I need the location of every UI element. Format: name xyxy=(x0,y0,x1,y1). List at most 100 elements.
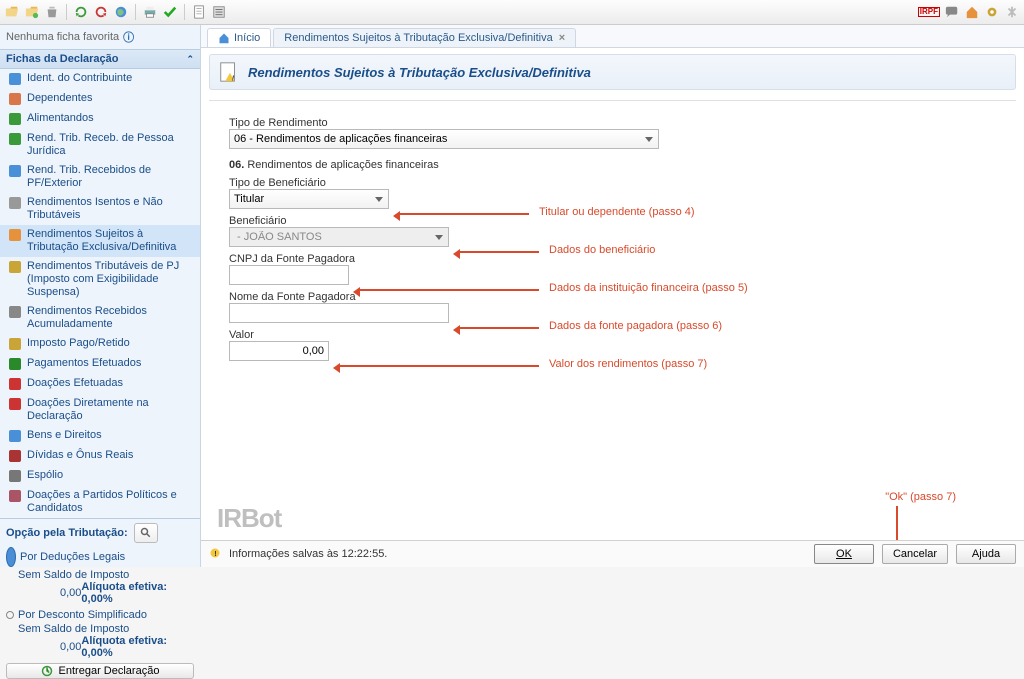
annot-passo4: Titular ou dependente (passo 4) xyxy=(539,206,695,218)
doc-gray-icon xyxy=(8,196,22,210)
sidebar-item[interactable]: Pagamentos Efetuados xyxy=(0,354,200,374)
sidebar: Nenhuma ficha favorita ⓘ Fichas da Decla… xyxy=(0,25,201,567)
sidebar-item[interactable]: Doações a Partidos Políticos e Candidato… xyxy=(0,486,200,518)
cnpj-input[interactable] xyxy=(229,265,349,285)
main-toolbar: IRPF xyxy=(0,0,1024,25)
sidebar-item[interactable]: Doações Diretamente na Declaração xyxy=(0,394,200,426)
list-icon[interactable] xyxy=(211,4,227,20)
opcao1-aliq: Alíquota efetiva: 0,00% xyxy=(81,581,190,605)
sidebar-item[interactable]: Ident. do Contribuinte xyxy=(0,69,200,89)
opcao-radio-simplificado[interactable]: Por Desconto Simplificado xyxy=(0,607,200,621)
sidebar-item[interactable]: Rend. Trib. Recebidos de PF/Exterior xyxy=(0,161,200,193)
opcao2-value: 0,00 xyxy=(18,641,81,653)
sidebar-item[interactable]: Espólio xyxy=(0,466,200,486)
tipo-benef-label: Tipo de Beneficiário xyxy=(229,177,996,189)
sidebar-section-header[interactable]: Fichas da Declaração ⌃ xyxy=(0,49,200,69)
annot-beneficiario: Dados do beneficiário xyxy=(549,244,655,256)
gear-icon[interactable] xyxy=(984,4,1000,20)
sidebar-item[interactable]: Rend. Trib. Receb. de Pessoa Jurídica xyxy=(0,129,200,161)
sidebar-item[interactable]: Dívidas e Ônus Reais xyxy=(0,446,200,466)
svg-text:!: ! xyxy=(214,549,217,558)
doc-icon[interactable] xyxy=(191,4,207,20)
separator xyxy=(135,4,136,20)
sidebar-item[interactable]: Rendimentos Isentos e Não Tributáveis xyxy=(0,193,200,225)
annot-ok: "Ok" (passo 7) xyxy=(885,491,956,503)
home-icon[interactable] xyxy=(964,4,980,20)
footer-bar: ! Informações salvas às 12:22:55. OK Can… xyxy=(201,540,1024,567)
opcao1-label: Por Deduções Legais xyxy=(20,551,125,563)
form-area: Tipo de Rendimento 06. Rendimentos de ap… xyxy=(209,100,1016,540)
sidebar-item-label: Doações a Partidos Políticos e Candidato… xyxy=(27,489,194,515)
tipo-rendimento-select[interactable] xyxy=(229,129,659,149)
doc-blue-icon xyxy=(8,164,22,178)
undo-icon[interactable] xyxy=(93,4,109,20)
opcao2-sub: Sem Saldo de Imposto xyxy=(18,623,190,635)
sidebar-item[interactable]: Alimentandos xyxy=(0,109,200,129)
trash-icon[interactable] xyxy=(44,4,60,20)
search-button[interactable] xyxy=(134,523,158,543)
sidebar-item[interactable]: Imposto Pago/Retido xyxy=(0,334,200,354)
sidebar-item-label: Espólio xyxy=(27,469,63,482)
opcao1-value: 0,00 xyxy=(18,587,81,599)
ficha-tree: Ident. do Contribuinte Dependentes Aliment… xyxy=(0,69,200,518)
ok-button[interactable]: OK xyxy=(814,544,874,564)
collapse-icon[interactable]: ⌃ xyxy=(186,54,194,65)
sidebar-item-label: Alimentandos xyxy=(27,112,94,125)
tab-home[interactable]: Início xyxy=(207,28,271,47)
annot-passo6: Dados da fonte pagadora (passo 6) xyxy=(549,320,722,332)
pin-icon[interactable] xyxy=(1004,4,1020,20)
irpf-icon[interactable]: IRPF xyxy=(918,7,940,17)
status-text: Informações salvas às 12:22:55. xyxy=(229,548,387,560)
annot-passo5: Dados da instituição financeira (passo 5… xyxy=(549,282,748,294)
folder-open-icon[interactable] xyxy=(4,4,20,20)
annot-passo7: Valor dos rendimentos (passo 7) xyxy=(549,358,707,370)
world-icon[interactable] xyxy=(113,4,129,20)
sidebar-item[interactable]: Rendimentos Tributáveis de PJ (Imposto c… xyxy=(0,257,200,302)
sidebar-item-label: Rendimentos Isentos e Não Tributáveis xyxy=(27,196,194,222)
sidebar-item-label: Imposto Pago/Retido xyxy=(27,337,130,350)
sidebar-item-label: Bens e Direitos xyxy=(27,429,102,442)
sidebar-item[interactable]: Bens e Direitos xyxy=(0,426,200,446)
sidebar-item-label: Rend. Trib. Receb. de Pessoa Jurídica xyxy=(27,132,194,158)
opcao-tributacao: Opção pela Tributação: Por Deduções Lega… xyxy=(0,518,200,663)
entregar-label: Entregar Declaração xyxy=(59,665,160,677)
separator xyxy=(184,4,185,20)
favorites-bar: Nenhuma ficha favorita ⓘ xyxy=(0,25,200,49)
gift-icon xyxy=(8,377,22,391)
sidebar-item-label: Rendimentos Tributáveis de PJ (Imposto c… xyxy=(27,260,194,299)
house-icon xyxy=(8,429,22,443)
sidebar-item[interactable]: Rendimentos Recebidos Acumuladamente xyxy=(0,302,200,334)
close-icon[interactable]: × xyxy=(557,32,565,44)
sidebar-item[interactable]: Rendimentos Sujeitos à Tributação Exclus… xyxy=(0,225,200,257)
sidebar-item[interactable]: Doações Efetuadas xyxy=(0,374,200,394)
entregar-button[interactable]: Entregar Declaração xyxy=(6,663,194,679)
info-icon[interactable]: ⓘ xyxy=(123,29,134,45)
tab-bar: Início Rendimentos Sujeitos à Tributação… xyxy=(201,25,1024,48)
check-icon[interactable] xyxy=(162,4,178,20)
separator xyxy=(66,4,67,20)
sidebar-item[interactable]: Dependentes xyxy=(0,89,200,109)
sidebar-item-label: Rendimentos Sujeitos à Tributação Exclus… xyxy=(27,228,194,254)
opcao-radio-deducoes[interactable]: Por Deduções Legais xyxy=(0,545,200,567)
sidebar-item-label: Rend. Trib. Recebidos de PF/Exterior xyxy=(27,164,194,190)
opcao-title: Opção pela Tributação: xyxy=(6,527,128,539)
folder-new-icon[interactable] xyxy=(24,4,40,20)
opcao2-label: Por Desconto Simplificado xyxy=(18,609,147,621)
meal-icon xyxy=(8,112,22,126)
beneficiario-select[interactable] xyxy=(229,227,449,247)
chat-icon[interactable] xyxy=(944,4,960,20)
tab-current[interactable]: Rendimentos Sujeitos à Tributação Exclus… xyxy=(273,28,576,47)
help-button[interactable]: Ajuda xyxy=(956,544,1016,564)
valor-input[interactable] xyxy=(229,341,329,361)
nome-fonte-input[interactable] xyxy=(229,303,449,323)
tipo-beneficiario-select[interactable] xyxy=(229,189,389,209)
opcao2-aliq: Alíquota efetiva: 0,00% xyxy=(81,635,190,659)
print-icon[interactable] xyxy=(142,4,158,20)
doc-green-icon xyxy=(8,132,22,146)
cancel-button[interactable]: Cancelar xyxy=(882,544,948,564)
sidebar-item-label: Doações Diretamente na Declaração xyxy=(27,397,194,423)
refresh-icon[interactable] xyxy=(73,4,89,20)
page-title-text: Rendimentos Sujeitos à Tributação Exclus… xyxy=(248,65,591,80)
sidebar-item-label: Ident. do Contribuinte xyxy=(27,72,132,85)
page-title-bar: ! Rendimentos Sujeitos à Tributação Excl… xyxy=(209,54,1016,90)
